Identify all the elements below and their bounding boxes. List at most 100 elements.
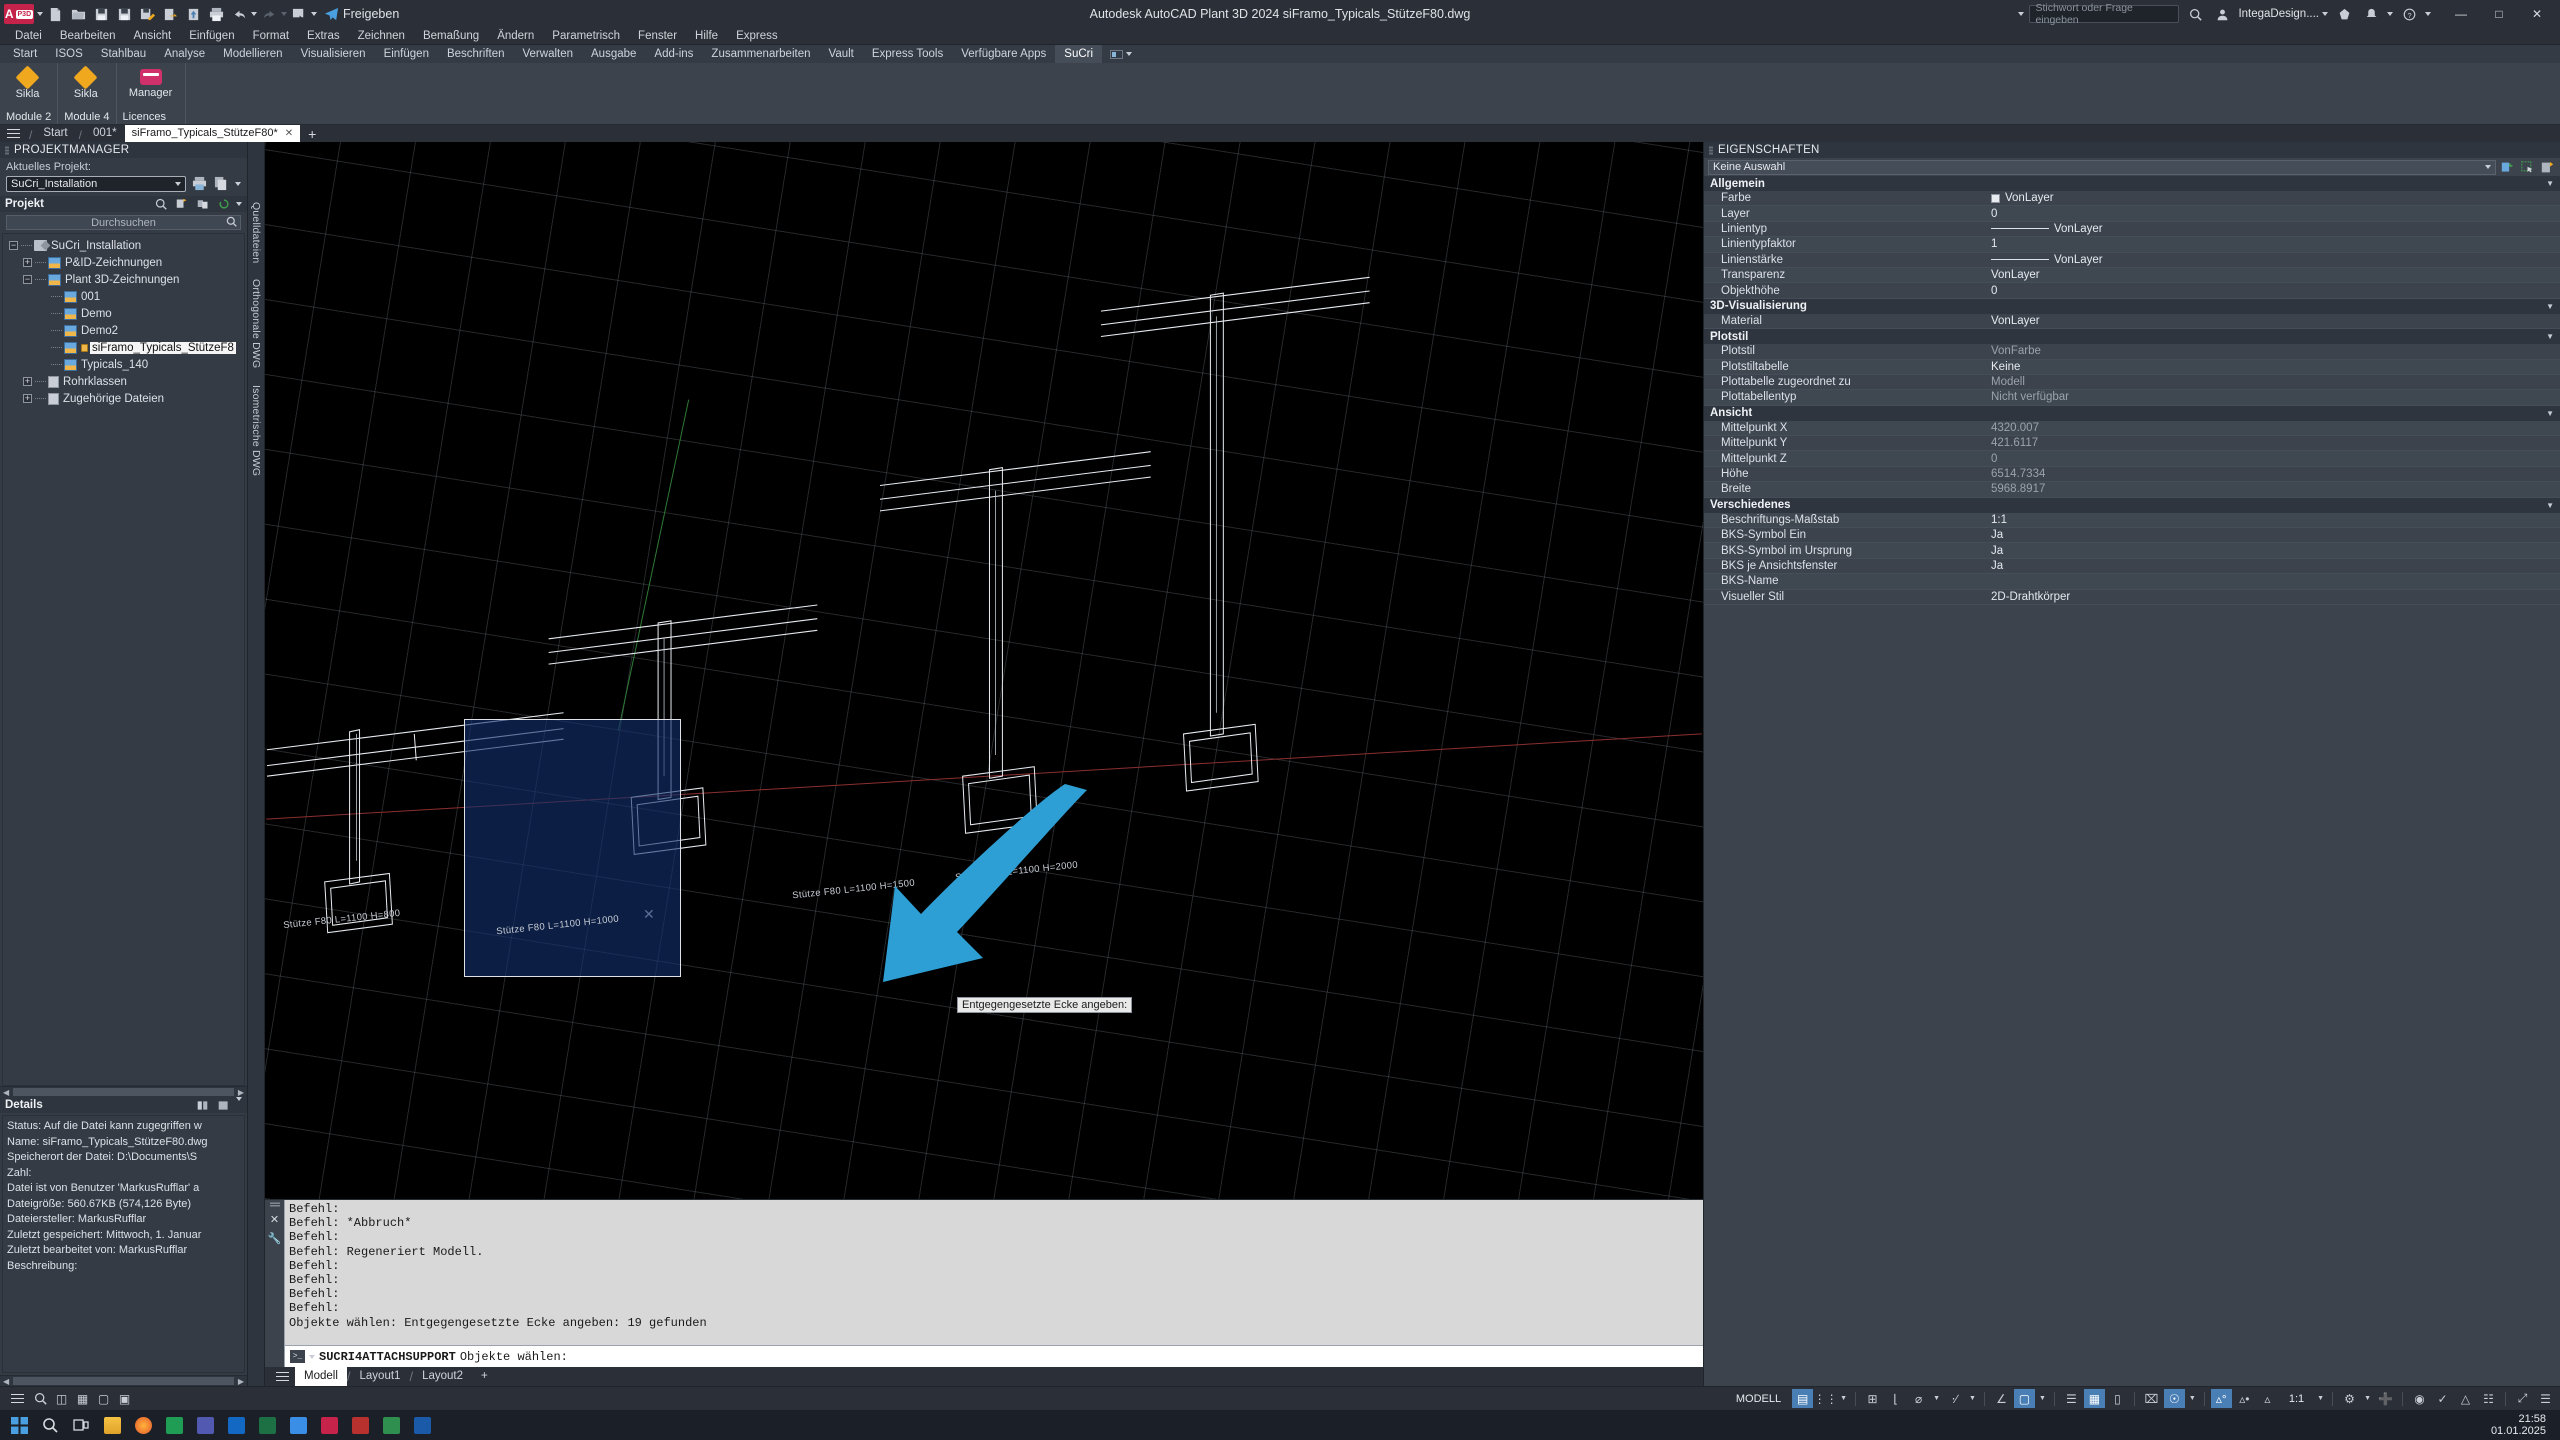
- property-row-farbe[interactable]: Farbe VonLayer: [1704, 191, 2560, 207]
- annotation-scale-add-icon[interactable]: ▵•: [2234, 1389, 2255, 1408]
- chevron-down-icon[interactable]: ▼: [2546, 302, 2554, 311]
- tab-einfuegen[interactable]: Einfügen: [375, 45, 438, 63]
- file-explorer-icon[interactable]: [97, 1412, 127, 1438]
- menu-item-parametrisch[interactable]: Parametrisch: [543, 28, 629, 45]
- menu-item-ansicht[interactable]: Ansicht: [124, 28, 180, 45]
- lineweight-icon[interactable]: ☰: [2061, 1389, 2082, 1408]
- layout-view-icon[interactable]: ◫: [51, 1389, 72, 1408]
- mail-icon[interactable]: [159, 1412, 189, 1438]
- isolate-objects-icon[interactable]: ◉: [2409, 1389, 2430, 1408]
- file-tab-active[interactable]: siFramo_Typicals_StützeF80* ✕: [124, 125, 301, 142]
- properties-group-verschiedenes[interactable]: Verschiedenes ▼: [1704, 497, 2560, 513]
- details-horizontal-scrollbar[interactable]: ◀ ▶: [0, 1375, 247, 1386]
- snap-chevron-icon[interactable]: ▼: [1838, 1395, 1849, 1402]
- property-row-mittelpunkt-z[interactable]: Mittelpunkt Z 0: [1704, 451, 2560, 467]
- start-button-icon[interactable]: [4, 1412, 34, 1438]
- expander-icon[interactable]: +: [23, 394, 32, 403]
- ucs-icon[interactable]: ☉: [2163, 1389, 2185, 1408]
- details-preview-icon[interactable]: [215, 1097, 232, 1114]
- redo-icon[interactable]: [258, 3, 280, 25]
- bell-chevron-icon[interactable]: [2387, 12, 2393, 16]
- tab-express-tools[interactable]: Express Tools: [863, 45, 952, 63]
- otrack-icon[interactable]: ▢: [2013, 1389, 2035, 1408]
- command-chevron-icon[interactable]: [309, 1354, 315, 1359]
- property-row-objekthoehe[interactable]: Objekthöhe 0: [1704, 283, 2560, 299]
- firefox-icon[interactable]: [128, 1412, 158, 1438]
- scroll-right-icon[interactable]: ▶: [235, 1377, 247, 1386]
- drag-handle-icon[interactable]: [1709, 145, 1713, 155]
- layout-menu-icon[interactable]: [269, 1368, 295, 1385]
- details-more-chevron-icon[interactable]: [236, 1096, 242, 1101]
- project-tree[interactable]: − SuCri_Installation + P&ID-Zeichnungen …: [2, 233, 245, 1086]
- chevron-down-icon[interactable]: ▼: [2546, 501, 2554, 510]
- tab-verwalten[interactable]: Verwalten: [514, 45, 583, 63]
- plot-preview-icon[interactable]: [288, 3, 310, 25]
- wrench-icon[interactable]: 🔧: [268, 1232, 282, 1245]
- teams-icon[interactable]: [190, 1412, 220, 1438]
- expander-icon[interactable]: +: [23, 258, 32, 267]
- viewport-icon[interactable]: ▣: [114, 1389, 135, 1408]
- maximize-button[interactable]: □: [2480, 1, 2518, 27]
- save-icon[interactable]: [90, 3, 112, 25]
- search-chevron-icon[interactable]: [2018, 12, 2025, 16]
- tree-item-pid-zeichnungen[interactable]: + P&ID-Zeichnungen: [3, 254, 244, 271]
- quick-properties-icon[interactable]: [2539, 159, 2556, 176]
- otrack-chevron-icon[interactable]: ▼: [2037, 1395, 2048, 1402]
- angle-icon[interactable]: ∠: [1991, 1389, 2012, 1408]
- app-logo-icon[interactable]: A P3D: [4, 4, 34, 24]
- new-tab-button[interactable]: +: [300, 127, 324, 142]
- autodesk-app-icon[interactable]: [2333, 3, 2355, 25]
- tab-sucri[interactable]: SuCri: [1055, 45, 1103, 63]
- chevron-down-icon[interactable]: ▼: [2546, 332, 2554, 341]
- performance-icon[interactable]: △: [2455, 1389, 2476, 1408]
- task-view-icon[interactable]: [66, 1412, 96, 1438]
- menu-item-bearbeiten[interactable]: Bearbeiten: [51, 28, 125, 45]
- refresh-icon[interactable]: [215, 196, 232, 213]
- saveas-edit-icon[interactable]: [136, 3, 158, 25]
- properties-group-3d-visualisierung[interactable]: 3D-Visualisierung ▼: [1704, 298, 2560, 314]
- share-button[interactable]: Freigeben: [318, 7, 399, 22]
- property-row-plotstil[interactable]: Plotstil VonFarbe: [1704, 344, 2560, 360]
- autocad-taskbar-icon[interactable]: [314, 1412, 344, 1438]
- properties-group-ansicht[interactable]: Ansicht ▼: [1704, 405, 2560, 421]
- command-input[interactable]: >_ SUCRI4ATTACHSUPPORT Objekte wählen:: [285, 1345, 1703, 1367]
- tab-beschriften[interactable]: Beschriften: [438, 45, 514, 63]
- account-menu[interactable]: IntegaDesign....: [2238, 8, 2328, 20]
- property-row-plottabelle-zugeordnet[interactable]: Plottabelle zugeordnet zu Modell: [1704, 374, 2560, 391]
- minimize-button[interactable]: —: [2442, 1, 2480, 27]
- property-row-bks-je-ansichtsfenster[interactable]: BKS je Ansichtsfenster Ja: [1704, 558, 2560, 575]
- drawing-canvas[interactable]: ✕ Stütze F80 L=1100 H=800 Stütze F80 L=1…: [265, 142, 1703, 1199]
- select-objects-icon[interactable]: [2519, 159, 2536, 176]
- menu-item-aendern[interactable]: Ändern: [488, 28, 543, 45]
- property-row-visueller-stil[interactable]: Visueller Stil 2D-Drahtkörper: [1704, 589, 2560, 605]
- model-space-icon[interactable]: ▢: [93, 1389, 114, 1408]
- transparency-icon[interactable]: ▯: [2107, 1389, 2128, 1408]
- search-icon[interactable]: [152, 196, 169, 213]
- annotation-scale-icon[interactable]: ▵: [2257, 1389, 2278, 1408]
- polar-icon[interactable]: ⌀: [1908, 1389, 1929, 1408]
- status-customization-menu-icon[interactable]: ☰: [2535, 1389, 2556, 1408]
- new-drawing-icon[interactable]: [173, 196, 190, 213]
- properties-group-plotstil[interactable]: Plotstil ▼: [1704, 329, 2560, 345]
- ortho-icon[interactable]: ⌊: [1885, 1389, 1906, 1408]
- property-row-plottabellentyp[interactable]: Plottabellentyp Nicht verfügbar: [1704, 390, 2560, 406]
- help-icon[interactable]: ?: [2398, 3, 2420, 25]
- pdf-icon[interactable]: [345, 1412, 375, 1438]
- status-model-label[interactable]: MODELL: [1727, 1393, 1790, 1405]
- menu-item-datei[interactable]: Datei: [6, 28, 51, 45]
- side-tab-quelldateien[interactable]: Quelldateien: [250, 202, 262, 263]
- scroll-left-icon[interactable]: ◀: [0, 1377, 12, 1386]
- grid-view-icon[interactable]: ▦: [72, 1389, 93, 1408]
- help-search-icon[interactable]: [2184, 3, 2206, 25]
- print-icon[interactable]: [205, 3, 227, 25]
- property-row-layer[interactable]: Layer 0: [1704, 206, 2560, 222]
- property-row-linienstaerke[interactable]: Linienstärke VonLayer: [1704, 252, 2560, 268]
- grid-icon[interactable]: ▤: [1792, 1389, 1814, 1408]
- tab-verfuegbare-apps[interactable]: Verfügbare Apps: [952, 45, 1055, 63]
- tree-horizontal-scrollbar[interactable]: ◀ ▶: [0, 1086, 247, 1097]
- close-button[interactable]: ✕: [2518, 1, 2556, 27]
- help-chevron-icon[interactable]: [2425, 12, 2431, 16]
- excel-icon[interactable]: [252, 1412, 282, 1438]
- quick-select-icon[interactable]: [2499, 159, 2516, 176]
- drag-handle-icon[interactable]: [5, 145, 9, 155]
